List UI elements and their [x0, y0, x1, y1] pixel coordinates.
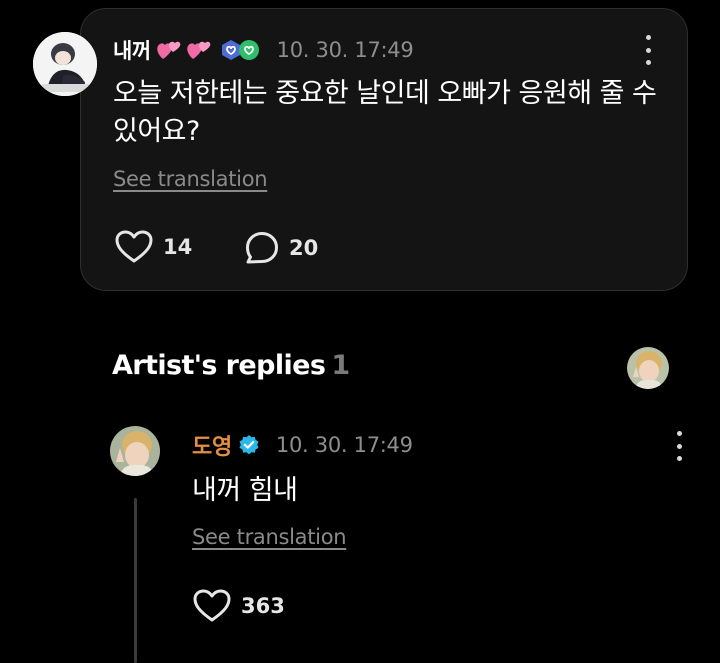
post-comment-count: 20	[289, 236, 319, 260]
reply-like-button[interactable]: 363	[193, 589, 285, 623]
reply-see-translation-link[interactable]: See translation	[192, 525, 347, 549]
post-timestamp: 10. 30. 17:49	[276, 38, 414, 62]
artist-replies-title: Artist's replies	[112, 350, 326, 381]
like-heart-icon	[193, 589, 231, 622]
post-comment-button[interactable]: 20	[245, 231, 318, 265]
artist-replies-count: 1	[331, 350, 350, 381]
two-hearts-icon	[155, 38, 213, 62]
reply-body: 내꺼 힘내	[192, 475, 298, 506]
reply-more-options-icon[interactable]	[673, 431, 685, 461]
comment-bubble-icon	[246, 232, 278, 264]
post-author-name[interactable]: 내꺼	[113, 35, 151, 65]
post-see-translation-link[interactable]: See translation	[113, 167, 268, 191]
reply-timestamp: 10. 30. 17:49	[275, 433, 413, 457]
more-options-icon[interactable]	[642, 35, 654, 65]
artist-avatar[interactable]	[110, 426, 160, 476]
reply-author-name[interactable]: 도영	[192, 429, 232, 461]
post-author-row: 내꺼 10. 30. 17:49	[113, 35, 414, 65]
like-heart-icon	[115, 230, 153, 263]
verified-check-icon	[238, 434, 260, 456]
post-like-button[interactable]: 14	[115, 230, 192, 264]
artist-replies-heading: Artist's replies 1	[112, 350, 350, 381]
reply-thread-line	[134, 498, 137, 663]
membership-badge-icon	[219, 38, 261, 62]
reply-author-row: 도영 10. 30. 17:49	[192, 430, 413, 460]
post-like-count: 14	[163, 235, 193, 259]
fan-post-card[interactable]: 내꺼 10. 30. 17:49 오늘 저한테는 중요한 날인데 오빠가 응원해…	[33, 8, 688, 291]
artist-mini-avatar[interactable]	[627, 347, 669, 389]
reply-like-count: 363	[241, 594, 285, 618]
post-body: 오늘 저한테는 중요한 날인데 오빠가 응원해 줄 수 있어요?	[113, 78, 657, 147]
fan-avatar[interactable]	[33, 32, 97, 96]
